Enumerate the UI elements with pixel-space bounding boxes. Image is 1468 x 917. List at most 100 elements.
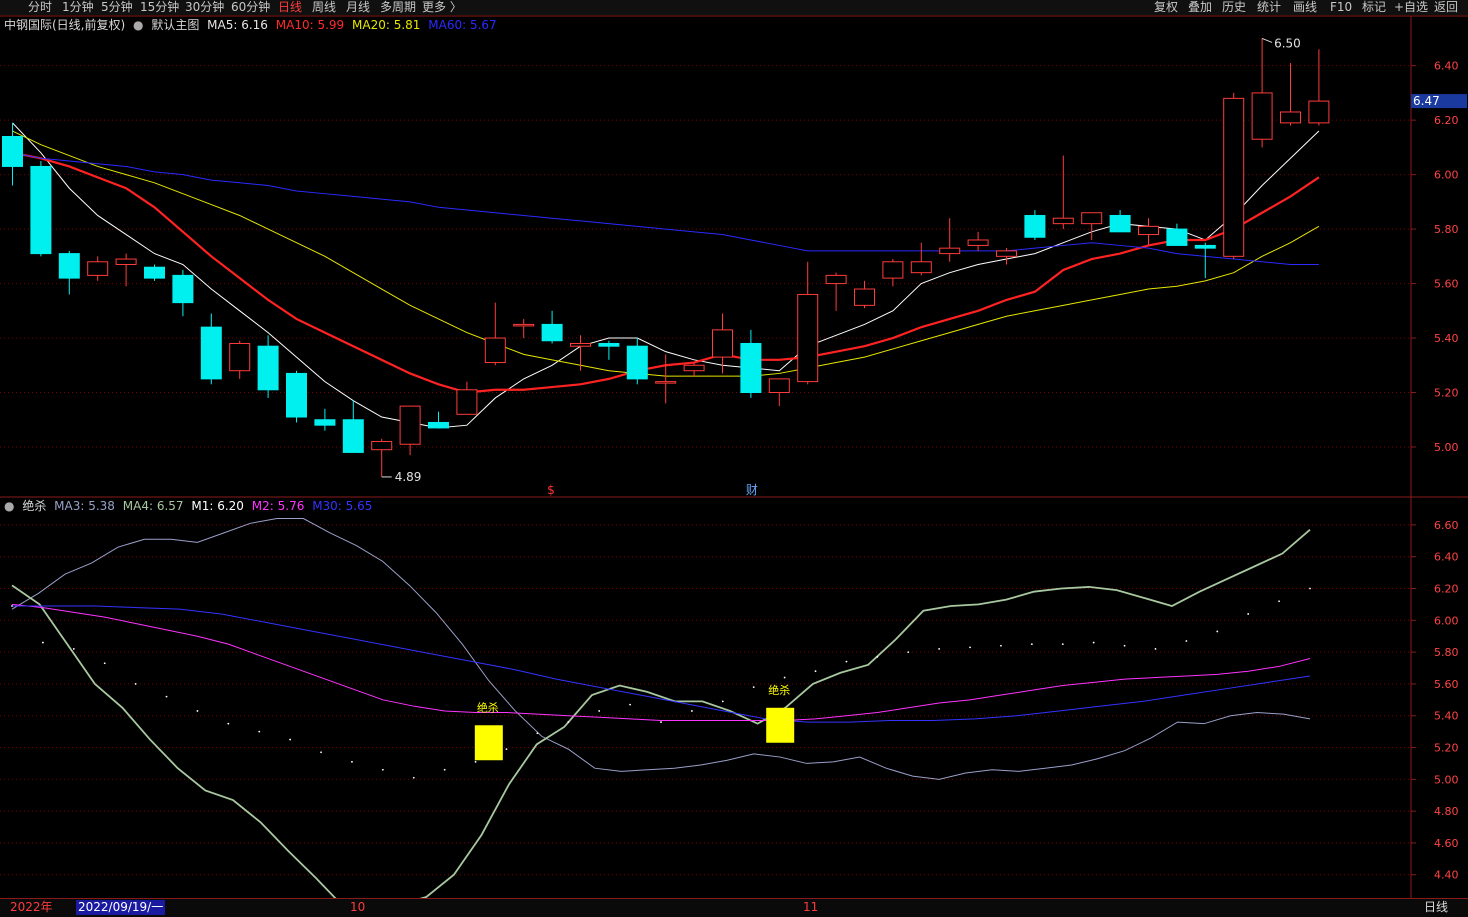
sub-tick-label: 5.20	[1434, 742, 1459, 755]
candle-body	[428, 421, 449, 429]
main-tick-label: 5.40	[1434, 332, 1459, 345]
candle-body	[1166, 228, 1188, 246]
candle-body	[570, 342, 591, 347]
high-pointer	[1261, 37, 1273, 43]
candle-body	[1081, 212, 1103, 225]
series-m1-dot	[598, 710, 601, 712]
candle	[768, 378, 790, 407]
series-m1-dot	[1309, 587, 1311, 590]
candle-body	[882, 261, 904, 279]
candle-body	[910, 261, 932, 274]
candle	[825, 272, 847, 311]
signal-label: 绝杀	[477, 700, 499, 714]
current-price-text: 6.47	[1413, 94, 1440, 108]
candle-body	[58, 253, 80, 279]
period-label[interactable]: 日线	[1424, 900, 1448, 915]
candle	[1251, 38, 1273, 148]
candle	[1280, 62, 1301, 126]
series-m1-dot	[783, 676, 786, 679]
candle	[740, 329, 762, 398]
candle	[1052, 155, 1074, 230]
series-m1-dot	[72, 648, 75, 650]
candle-body	[626, 345, 648, 380]
series-m1-dot	[629, 703, 631, 706]
series-m1-dot	[536, 732, 539, 735]
series-m1-dot	[1000, 644, 1002, 647]
time-axis-bar: 2022年 2022/09/19/一 10 11 日线	[0, 898, 1468, 917]
main-tick-label: 5.00	[1434, 441, 1459, 454]
series-m1-dot	[227, 722, 230, 725]
signal-block	[766, 707, 795, 743]
candle	[87, 256, 109, 281]
series-m1-dot	[474, 760, 477, 763]
candle-body	[286, 372, 307, 418]
sub-tick-label: 4.40	[1434, 869, 1459, 882]
candle-body	[712, 329, 733, 358]
series-m1-dot	[320, 751, 322, 754]
cursor-date: 2022/09/19/一	[76, 900, 166, 915]
series-m1-dot	[938, 648, 941, 650]
series-m1-dot	[845, 660, 848, 663]
event-marker: $	[547, 483, 555, 497]
candle	[910, 242, 932, 276]
sub-tick-label: 5.80	[1434, 646, 1459, 659]
main-tick-label: 5.80	[1434, 223, 1459, 236]
candle-body	[996, 250, 1017, 257]
sub-tick-label: 5.40	[1434, 710, 1459, 723]
candle	[30, 161, 52, 257]
main-tick-label: 6.00	[1434, 169, 1459, 182]
candle-body	[740, 342, 762, 394]
candle	[1109, 210, 1131, 233]
candle-body	[2, 135, 23, 167]
candle	[1081, 212, 1103, 240]
series-ma60	[12, 152, 1319, 265]
chart-canvas[interactable]: 5.00 5.20 5.40 5.60 5.80 6.00 6.20 6.40 4.40 4.60…	[0, 0, 1468, 898]
month-label-11: 11	[803, 900, 819, 914]
high-annotation: 6.50	[1274, 36, 1301, 50]
series-m1-dot	[443, 768, 446, 771]
candle-body	[1308, 100, 1330, 124]
candle	[229, 340, 251, 379]
candle-body	[513, 323, 535, 327]
candle	[314, 408, 336, 431]
series-m1-dot	[11, 605, 13, 607]
candle-body	[1052, 217, 1074, 225]
candle-body	[768, 378, 790, 394]
candle-body	[144, 266, 165, 279]
candle	[797, 261, 819, 385]
candle	[1138, 218, 1159, 246]
series-m1-dot	[969, 646, 971, 649]
candle-body	[541, 323, 563, 342]
candle-body	[1024, 214, 1046, 238]
candle	[399, 405, 421, 456]
candle-body	[683, 364, 705, 372]
series-m1-dot	[381, 768, 384, 771]
candle	[626, 338, 648, 385]
candle-body	[456, 389, 478, 415]
low-annotation: 4.89	[395, 470, 422, 484]
candle	[712, 313, 733, 374]
candle-body	[655, 381, 677, 384]
candle	[456, 381, 478, 415]
candle	[115, 253, 137, 287]
candle-body	[825, 274, 847, 285]
candle	[257, 335, 279, 398]
series-m1-dot	[134, 683, 137, 685]
series-m1-dot	[1030, 643, 1033, 646]
series-m1-dot	[165, 695, 168, 698]
sub-tick-label: 5.60	[1434, 678, 1459, 691]
candle-body	[484, 337, 506, 364]
series-m30	[12, 605, 1311, 723]
candle-body	[371, 441, 393, 451]
candle-body	[257, 345, 279, 391]
sub-tick-label: 6.40	[1434, 551, 1459, 564]
candle-body	[797, 293, 819, 383]
candle	[513, 318, 535, 339]
candle	[428, 411, 449, 429]
event-marker: 财	[746, 483, 758, 497]
main-tick-label: 6.20	[1434, 114, 1459, 127]
series-m1-dot	[196, 710, 199, 712]
candle	[967, 231, 989, 251]
series-m1-dot	[1247, 613, 1250, 615]
candle-body	[399, 405, 421, 445]
